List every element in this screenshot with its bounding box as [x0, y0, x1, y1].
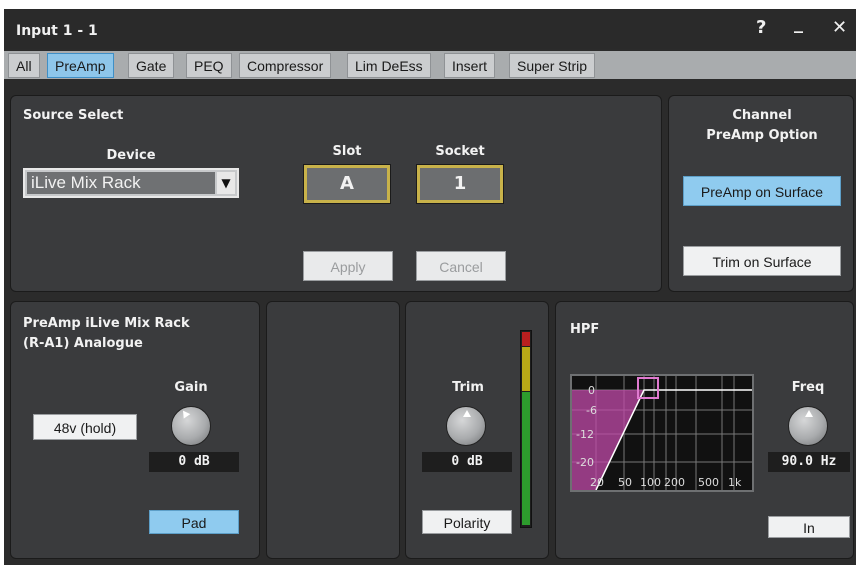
source-select-title: Source Select [23, 108, 124, 123]
cancel-button[interactable]: Cancel [416, 251, 506, 281]
source-select-panel: Source Select Device iLive Mix Rack ▼ Sl… [10, 95, 662, 292]
hpf-x-tick-0: 20 [590, 476, 604, 489]
tab-lim-deess[interactable]: Lim DeEss [347, 53, 431, 78]
slot-label: Slot [332, 144, 362, 159]
gain-knob[interactable] [171, 406, 211, 446]
help-icon[interactable]: ? [756, 17, 766, 38]
window: Input 1 - 1 ? _ ✕ All PreAmp Gate PEQ Co… [4, 9, 856, 565]
tab-gate[interactable]: Gate [128, 53, 175, 78]
preamp-panel: PreAmp iLive Mix Rack (R-A1) Analogue 48… [10, 301, 260, 559]
tab-super-strip[interactable]: Super Strip [509, 53, 596, 78]
trim-on-surface-button[interactable]: Trim on Surface [683, 246, 841, 276]
empty-panel [266, 301, 400, 559]
close-icon[interactable]: ✕ [832, 17, 847, 38]
hpf-y-tick-1: -6 [586, 404, 597, 417]
minimize-icon[interactable]: _ [794, 13, 803, 34]
freq-label: Freq [791, 380, 825, 395]
channel-option-title-line2: PreAmp Option [706, 128, 818, 143]
chevron-down-icon[interactable]: ▼ [217, 172, 235, 194]
hpf-x-tick-4: 500 [698, 476, 719, 489]
hpf-title: HPF [570, 322, 600, 337]
freq-knob[interactable] [788, 406, 828, 446]
slot-button[interactable]: A [303, 164, 391, 204]
tab-strip: All PreAmp Gate PEQ Compressor Lim DeEss… [4, 51, 856, 79]
trim-knob[interactable] [446, 406, 486, 446]
socket-button[interactable]: 1 [416, 164, 504, 204]
hpf-y-tick-2: -12 [576, 428, 594, 441]
meter-yellow-segment [522, 347, 530, 391]
trim-panel: Trim 0 dB Polarity [405, 301, 549, 559]
tab-preamp[interactable]: PreAmp [47, 53, 114, 78]
tab-peq[interactable]: PEQ [186, 53, 232, 78]
meter-green-segment [522, 392, 530, 525]
polarity-button[interactable]: Polarity [422, 510, 512, 534]
hpf-in-button[interactable]: In [768, 516, 850, 538]
channel-preamp-option-panel: Channel PreAmp Option PreAmp on Surface … [668, 95, 854, 292]
socket-value: 1 [420, 168, 500, 200]
meter-red-segment [522, 332, 530, 346]
device-label: Device [106, 148, 156, 163]
hpf-x-tick-2: 100 [640, 476, 661, 489]
preamp-title-line1: PreAmp iLive Mix Rack [23, 316, 190, 331]
hpf-y-tick-0: 0 [588, 384, 595, 397]
apply-button[interactable]: Apply [303, 251, 393, 281]
gain-label: Gain [174, 380, 208, 395]
channel-option-title-line1: Channel [732, 108, 792, 123]
tab-all[interactable]: All [8, 53, 40, 78]
preamp-title-line2: (R-A1) Analogue [23, 336, 143, 351]
slot-value: A [307, 168, 387, 200]
hpf-x-tick-1: 50 [618, 476, 632, 489]
phantom-48v-button[interactable]: 48v (hold) [33, 414, 137, 440]
device-select-value: iLive Mix Rack [27, 172, 215, 194]
trim-label: Trim [452, 380, 484, 395]
trim-readout: 0 dB [422, 452, 512, 472]
hpf-y-tick-3: -20 [576, 456, 594, 469]
hpf-x-tick-5: 1k [728, 476, 742, 489]
preamp-on-surface-button[interactable]: PreAmp on Surface [683, 176, 841, 206]
hpf-graph[interactable]: 0 -6 -12 -20 20 50 100 200 500 1k [570, 374, 754, 492]
tab-insert[interactable]: Insert [444, 53, 496, 78]
gain-readout: 0 dB [149, 452, 239, 472]
hpf-graph-svg [572, 376, 752, 490]
level-meter [520, 330, 532, 528]
window-title: Input 1 - 1 [16, 23, 98, 39]
pad-button[interactable]: Pad [149, 510, 239, 534]
hpf-x-tick-3: 200 [664, 476, 685, 489]
freq-readout: 90.0 Hz [768, 452, 850, 472]
tab-compressor[interactable]: Compressor [239, 53, 332, 78]
device-select[interactable]: iLive Mix Rack ▼ [23, 168, 239, 198]
hpf-panel: HPF 0 -6 -12 -20 20 50 100 200 500 1k Fr… [555, 301, 854, 559]
socket-label: Socket [435, 144, 485, 159]
title-bar[interactable]: Input 1 - 1 ? _ ✕ [4, 9, 856, 49]
